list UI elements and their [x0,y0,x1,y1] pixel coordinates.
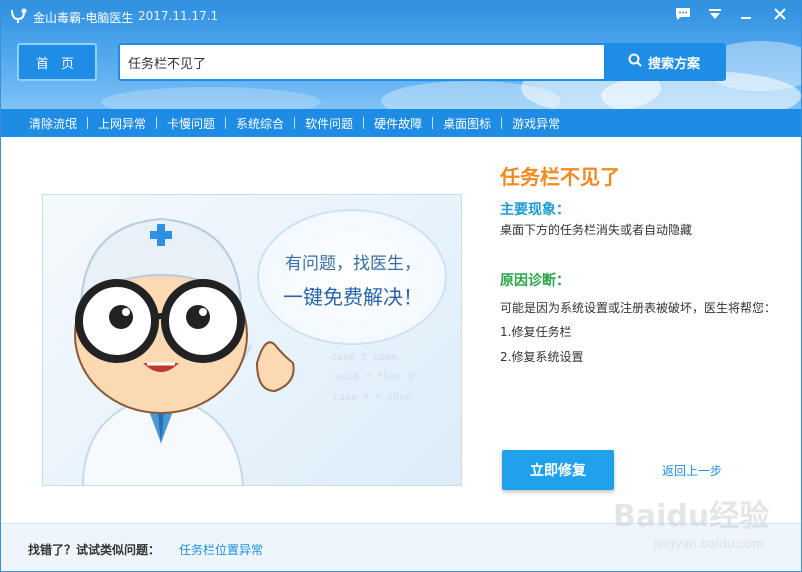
watermark-brand: Baidu经验 [613,499,770,534]
fix-step-item: 2.修复系统设置 [500,350,584,364]
nav-item-clean-rogue[interactable]: 清除流氓 [19,115,87,132]
svg-text:case 2 comm: case 2 comm [331,352,397,363]
nav-item-network[interactable]: 上网异常 [88,115,156,132]
svg-text:void * *lec 3: void * *lec 3 [335,372,413,383]
chat-bubble-icon[interactable] [672,5,694,23]
home-button[interactable]: 首 页 [17,43,97,81]
category-nav: 清除流氓 上网异常 卡慢问题 系统综合 软件问题 硬件故障 桌面图标 游戏异常 [1,109,801,137]
search-box: 搜索方案 [118,43,726,81]
app-title: 金山毒霸-电脑医生 [33,11,134,25]
nav-item-desktop-icons[interactable]: 桌面图标 [433,115,501,132]
symptom-text: 桌面下方的任务栏消失或者自动隐藏 [500,223,693,237]
back-link[interactable]: 返回上一步 [662,462,722,479]
dropdown-menu-icon[interactable] [704,5,726,23]
doctor-illustration: 有问题，找医生， 一键免费解决！ case 2 comm void * *lec… [42,194,462,486]
title-bar[interactable]: 金山毒霸-电脑医生 2017.11.17.1 [1,1,801,31]
diagnosis-text: 可能是因为系统设置或注册表被破坏，医生将帮您： [500,301,777,315]
search-button-label: 搜索方案 [647,56,700,72]
minimize-icon[interactable] [735,5,757,23]
doctor-cartoon-icon: case 2 comm void * *lec 3 case * * chec [74,217,413,485]
close-icon[interactable] [769,5,791,23]
diagnosis-heading: 原因诊断： [500,273,570,289]
search-icon [628,53,642,71]
baidu-watermark: Baidu经验 jingyan.baidu.com [613,485,793,555]
search-button[interactable]: 搜索方案 [604,45,724,79]
header: 金山毒霸-电脑医生 2017.11.17.1 首 页 任务栏不见了 搜索方案 [1,1,801,109]
fix-step-item: 1.修复任务栏 [500,325,572,339]
nav-item-games[interactable]: 游戏异常 [502,115,570,132]
nav-item-hardware[interactable]: 硬件故障 [364,115,432,132]
fix-now-button[interactable]: 立即修复 [502,450,614,490]
nav-item-system[interactable]: 系统综合 [226,115,294,132]
search-input[interactable] [120,45,604,79]
similar-problems-label: 找错了？试试类似问题： [28,543,161,557]
problem-title: 任务栏不见了 [500,165,620,189]
app-window: 金山毒霸-电脑医生 2017.11.17.1 首 页 任务栏不见了 搜索方案 清… [0,0,802,572]
similar-problem-link[interactable]: 任务栏位置异常 [179,541,263,558]
app-version: 2017.11.17.1 [138,9,219,23]
nav-item-software[interactable]: 软件问题 [295,115,363,132]
symptom-heading: 主要现象： [500,202,570,218]
nav-item-slowdown[interactable]: 卡慢问题 [157,115,225,132]
svg-text:case * * chec: case * * chec [333,392,411,403]
doctor-logo-icon [9,7,29,25]
watermark-url: jingyan.baidu.com [653,537,764,551]
